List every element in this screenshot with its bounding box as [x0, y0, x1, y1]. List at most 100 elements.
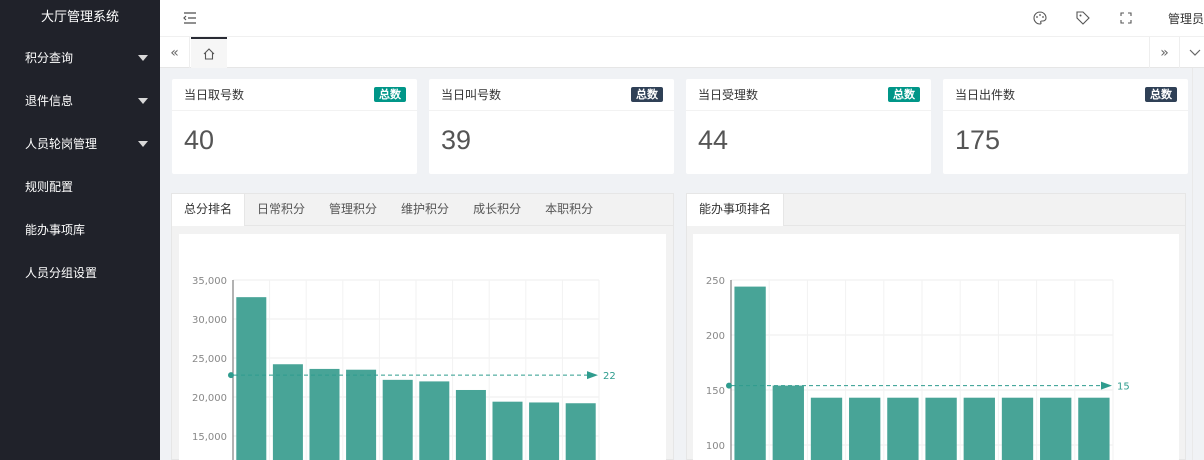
stat-badge: 总数	[631, 87, 663, 102]
stat-card-value: 175	[955, 125, 1001, 155]
bar	[925, 397, 957, 460]
sidebar-item[interactable]: 人员轮岗管理	[0, 122, 160, 165]
page-scrollbar[interactable]	[1192, 68, 1204, 460]
score-ranking-chart: 35,000 30,000 25,000 20,000 15,000 22	[179, 234, 666, 460]
stat-card: 当日叫号数 总数 39	[429, 79, 674, 174]
double-chevron-left-icon: «	[170, 44, 179, 61]
user-menu[interactable]: 管理员	[1168, 10, 1204, 27]
stat-card: 当日取号数 总数 40	[172, 79, 417, 174]
bar	[772, 385, 804, 460]
tag-icon[interactable]	[1075, 10, 1091, 26]
bar	[419, 381, 450, 460]
double-chevron-right-icon: »	[1160, 44, 1169, 61]
theme-palette-icon[interactable]	[1032, 10, 1048, 26]
chart-tab[interactable]: 成长积分	[461, 194, 533, 225]
sidebar-item[interactable]: 人员分组设置	[0, 251, 160, 294]
top-header: 管理员	[160, 0, 1204, 37]
markline-arrow	[587, 371, 598, 380]
stat-card-title: 当日受理数	[698, 88, 759, 102]
menu-fold-icon[interactable]	[182, 10, 198, 26]
score-bar-chart: 35,000 30,000 25,000 20,000 15,000 22	[192, 276, 616, 460]
bar	[529, 402, 560, 460]
home-icon	[203, 47, 215, 60]
bar	[455, 389, 486, 460]
bar	[492, 401, 523, 460]
bar	[1040, 397, 1072, 460]
sidebar-item-label: 退件信息	[25, 94, 74, 108]
chart-tab[interactable]: 维护积分	[389, 194, 461, 225]
page-tabs-bar: « »	[160, 37, 1204, 68]
stat-badge: 总数	[888, 87, 920, 102]
bar	[565, 403, 596, 460]
caret-down-icon	[138, 97, 148, 104]
stat-card-value: 40	[184, 125, 215, 155]
tabs-dropdown-button[interactable]	[1179, 37, 1204, 68]
y-tick-label: 15,000	[192, 432, 227, 443]
stat-card-header: 当日取号数 总数	[172, 79, 417, 111]
chart-tab[interactable]: 本职积分	[533, 194, 605, 225]
sidebar-item[interactable]: 规则配置	[0, 165, 160, 208]
y-tick-label: 100	[706, 441, 725, 452]
y-tick-label: 35,000	[192, 276, 227, 287]
sidebar-item-label: 规则配置	[25, 180, 74, 194]
y-tick-label: 200	[706, 331, 725, 342]
stat-card-title: 当日叫号数	[441, 88, 502, 102]
markline-arrow	[1101, 381, 1112, 390]
stat-card-header: 当日出件数 总数	[943, 79, 1188, 111]
markline-label: 15	[1117, 382, 1130, 393]
item-ranking-chart: 250 200 150 100 15	[693, 234, 1179, 460]
y-tick-label: 250	[706, 276, 725, 287]
item-ranking-tabs: 能办事项排名	[686, 194, 1185, 226]
bar	[887, 397, 919, 460]
stat-card-header: 当日受理数 总数	[686, 79, 931, 111]
sidebar-menu: 积分查询退件信息人员轮岗管理 规则配置能办事项库人员分组设置	[0, 36, 160, 294]
stat-card-title: 当日出件数	[955, 88, 1016, 102]
markline-start	[228, 372, 234, 379]
stat-card-value: 39	[441, 125, 472, 155]
sidebar-item-label: 积分查询	[25, 51, 74, 65]
stat-card-value: 44	[698, 125, 729, 155]
bar	[1078, 397, 1110, 460]
y-tick-label: 150	[706, 386, 725, 397]
sidebar-item[interactable]: 退件信息	[0, 79, 160, 122]
sidebar-item-label: 人员分组设置	[25, 266, 98, 280]
stat-card-header: 当日叫号数 总数	[429, 79, 674, 111]
sidebar-item[interactable]: 能办事项库	[0, 208, 160, 251]
sidebar-item[interactable]: 积分查询	[0, 36, 160, 79]
bar	[382, 379, 413, 460]
bar	[272, 364, 303, 460]
y-tick-label: 30,000	[192, 315, 227, 326]
bar	[963, 397, 995, 460]
app-title: 大厅管理系统	[0, 0, 160, 36]
stat-badge: 总数	[374, 87, 406, 102]
fullscreen-icon[interactable]	[1118, 10, 1134, 26]
item-ranking-panel: 能办事项排名 250 200 150 100 15	[686, 193, 1186, 460]
bar	[236, 297, 267, 460]
chart-tab[interactable]: 能办事项排名	[686, 194, 785, 226]
tab-home[interactable]	[191, 37, 227, 68]
stat-card: 当日出件数 总数 175	[943, 79, 1188, 174]
sidebar: 大厅管理系统 积分查询退件信息人员轮岗管理 规则配置能办事项库人员分组设置	[0, 0, 160, 460]
y-tick-label: 20,000	[192, 393, 227, 404]
score-ranking-panel: 总分排名 日常积分 管理积分 维护积分 成长积分 本职积分 35,000 30,000 25,…	[171, 193, 674, 460]
bar	[309, 368, 340, 460]
chart-tab[interactable]: 总分排名	[171, 194, 246, 226]
score-ranking-tabs: 总分排名 日常积分 管理积分 维护积分 成长积分 本职积分	[171, 194, 673, 226]
tabs-scroll-right-button[interactable]: »	[1149, 37, 1179, 68]
chart-tab[interactable]: 日常积分	[245, 194, 317, 225]
chart-tab[interactable]: 管理积分	[317, 194, 389, 225]
bar	[346, 369, 377, 460]
caret-down-icon	[138, 54, 148, 61]
markline-label: 22	[603, 371, 616, 382]
item-bar-chart: 250 200 150 100 15	[706, 276, 1130, 460]
bar	[849, 397, 881, 460]
stat-card-title: 当日取号数	[184, 88, 245, 102]
tabs-scroll-left-button[interactable]: «	[160, 37, 190, 68]
markline-start	[726, 382, 732, 389]
sidebar-item-label: 人员轮岗管理	[25, 137, 98, 151]
bar	[1001, 397, 1034, 460]
stat-badge: 总数	[1145, 87, 1177, 102]
chevron-down-icon	[1189, 49, 1200, 56]
y-tick-label: 25,000	[192, 354, 227, 365]
caret-down-icon	[138, 140, 148, 147]
